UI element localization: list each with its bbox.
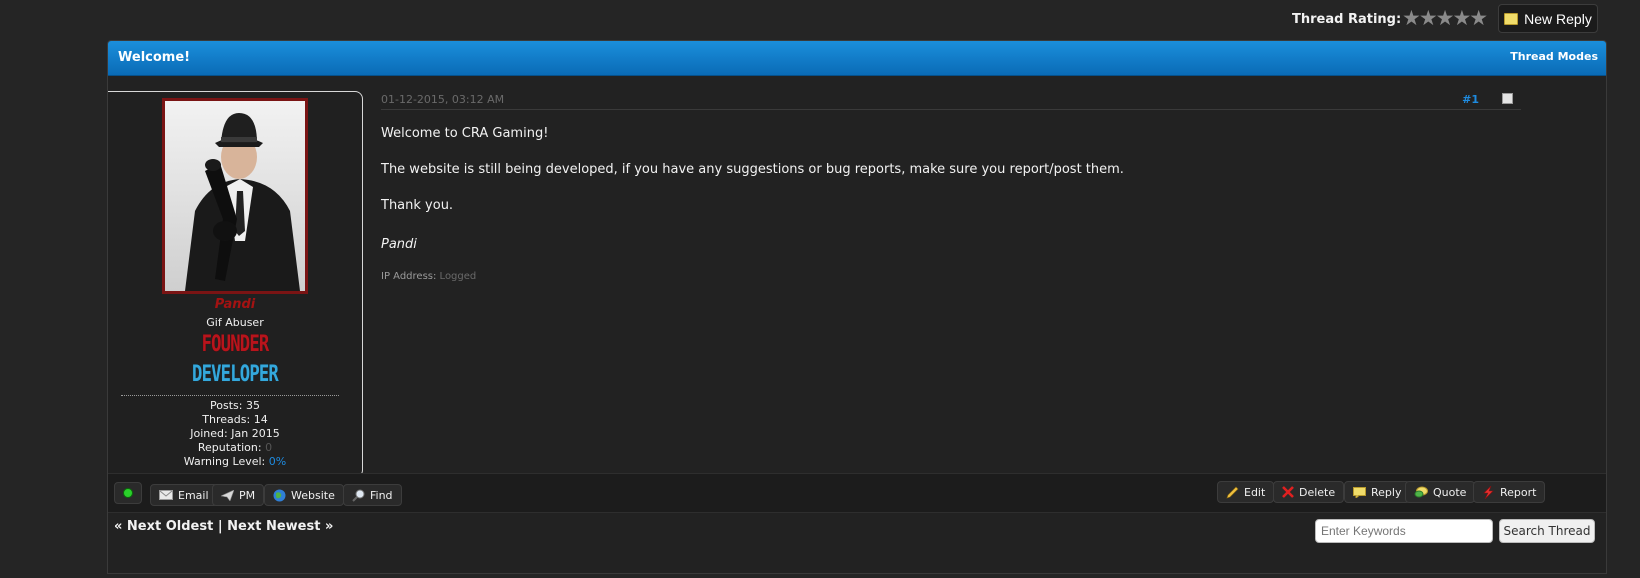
- post-number-link[interactable]: #1: [1462, 93, 1479, 106]
- pm-button[interactable]: PM: [212, 484, 265, 506]
- stat-threads: Threads: 14: [202, 413, 268, 426]
- thread-modes-link[interactable]: Thread Modes: [1510, 50, 1598, 63]
- delete-button[interactable]: Delete: [1273, 481, 1345, 503]
- user-title: Gif Abuser: [206, 316, 264, 329]
- user-stats: Posts: 35 Threads: 14 Joined: Jan 2015 R…: [108, 399, 362, 469]
- thread-footer: « Next Oldest | Next Newest » Search Thr…: [108, 513, 1606, 573]
- stat-posts: Posts: 35: [210, 399, 260, 412]
- stat-warning: Warning Level: 0%: [183, 455, 287, 468]
- reply-button[interactable]: Reply: [1344, 481, 1411, 503]
- next-newest-link[interactable]: Next Newest »: [227, 519, 333, 534]
- magnifier-icon: [352, 489, 365, 502]
- search-thread-input[interactable]: [1315, 519, 1493, 543]
- online-status-button[interactable]: [114, 482, 142, 504]
- new-reply-label: New Reply: [1524, 10, 1592, 27]
- post-paragraph: Welcome to CRA Gaming!: [381, 126, 549, 141]
- user-panel: Pandi Gif Abuser FOUNDER DEVELOPER Posts…: [108, 91, 363, 478]
- quote-button[interactable]: Quote: [1405, 481, 1476, 503]
- thread-header: Welcome! Thread Modes: [108, 41, 1606, 76]
- user-divider: [121, 395, 339, 396]
- speech-bubble-icon: [1353, 486, 1366, 498]
- warning-level-value[interactable]: 0%: [269, 455, 286, 468]
- post-select-checkbox[interactable]: [1502, 93, 1513, 104]
- post-meta: 01-12-2015, 03:12 AM #1: [381, 91, 1521, 110]
- post-paragraph: Thank you.: [381, 198, 454, 213]
- thread-container: Welcome! Thread Modes Pandi Gif Abuser F…: [107, 40, 1607, 574]
- reputation-value[interactable]: 0: [265, 441, 272, 454]
- new-reply-button[interactable]: New Reply: [1498, 4, 1598, 33]
- search-thread-button[interactable]: Search Thread: [1499, 519, 1595, 543]
- edit-button[interactable]: Edit: [1217, 481, 1275, 503]
- post-paragraph: The website is still being developed, if…: [381, 162, 1124, 177]
- stat-joined: Joined: Jan 2015: [190, 427, 280, 440]
- thread-rating-bar: Thread Rating: ★★★★★ New Reply: [1240, 4, 1600, 34]
- envelope-icon: [159, 490, 173, 500]
- stat-reputation: Reputation: 0: [197, 441, 273, 454]
- globe-icon: [273, 489, 286, 501]
- post-signature: Pandi: [381, 237, 417, 252]
- post-controls: Email PM Website Find Edit Delete Reply: [108, 473, 1606, 513]
- post-message: Welcome to CRA Gaming! The website is st…: [381, 127, 1124, 235]
- thread-title: Welcome!: [118, 50, 191, 65]
- find-button[interactable]: Find: [343, 484, 402, 506]
- rating-stars[interactable]: ★★★★★: [1402, 6, 1488, 30]
- post-body: 01-12-2015, 03:12 AM #1 Welcome to CRA G…: [381, 91, 1521, 471]
- pencil-icon: [1226, 486, 1239, 498]
- next-oldest-link[interactable]: « Next Oldest: [114, 519, 213, 534]
- email-button[interactable]: Email: [150, 484, 218, 506]
- quote-bubble-icon: [1414, 486, 1428, 498]
- lightning-icon: [1483, 485, 1494, 499]
- founder-badge: FOUNDER: [201, 332, 270, 357]
- paper-plane-icon: [221, 489, 234, 501]
- thread-navigation: « Next Oldest | Next Newest »: [114, 519, 333, 534]
- post-date: 01-12-2015, 03:12 AM: [381, 93, 505, 106]
- avatar[interactable]: [162, 98, 308, 294]
- thread-rating-label: Thread Rating:: [1292, 12, 1402, 27]
- username[interactable]: Pandi: [108, 297, 362, 312]
- developer-badge: DEVELOPER: [192, 362, 279, 387]
- note-icon: [1504, 12, 1519, 25]
- report-button[interactable]: Report: [1473, 481, 1546, 503]
- nav-separator: |: [217, 519, 223, 534]
- cross-icon: [1282, 486, 1294, 498]
- ip-address: IP Address: Logged: [381, 271, 477, 282]
- online-status-icon: [123, 488, 133, 498]
- website-button[interactable]: Website: [264, 484, 344, 506]
